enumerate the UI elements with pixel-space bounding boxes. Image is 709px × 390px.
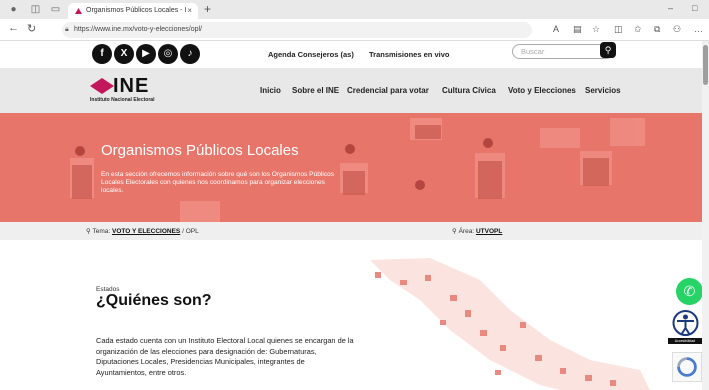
main-content: Estados ¿Quiénes son? Cada estado cuenta… [0,240,702,390]
instagram-icon[interactable]: ◎ [158,44,178,64]
nav-item-servicios[interactable]: Servicios [585,86,621,95]
split-screen-icon[interactable]: ◫ [614,24,623,35]
nav-item-sobre-el-ine[interactable]: Sobre el INE [292,86,339,95]
whatsapp-icon[interactable]: ✆ [676,278,703,305]
ine-logo-text[interactable]: INE [113,76,149,96]
nav-item-credencial[interactable]: Credencial para votar [347,86,429,95]
ine-favicon-icon [75,8,82,14]
accessibility-label: Accesibilidad [668,338,702,344]
tiktok-icon[interactable]: ♪ [180,44,200,64]
new-tab-button[interactable]: + [204,2,211,16]
scrollbar-thumb[interactable] [703,45,708,85]
facebook-icon[interactable]: f [92,44,112,64]
x-twitter-icon[interactable]: X [114,44,134,64]
transmisiones-link[interactable]: Transmisiones en vivo [369,50,449,59]
address-bar[interactable]: 🔒︎ https://www.ine.mx/voto-y-elecciones/… [62,22,532,38]
section-heading: ¿Quiénes son? [96,292,212,309]
recaptcha-icon[interactable] [672,352,702,382]
tema-link[interactable]: VOTO Y ELECCIONES [112,228,180,235]
area-label: Área: [458,228,475,235]
area-link[interactable]: UTVOPL [476,228,502,235]
area-breadcrumb: ⚲ Área: UTVOPL [452,227,502,235]
close-tab-icon[interactable]: × [187,3,192,19]
ine-logo-subtitle: Instituto Nacional Electoral [90,97,155,103]
area-pin-icon: ⚲ [452,228,457,235]
hero-description: En esta sección ofrecemos información so… [101,171,335,194]
tema-rest: / OPL [182,228,199,235]
nav-item-inicio[interactable]: Inicio [260,86,281,95]
search-icon[interactable]: ⚲ [600,42,616,58]
browser-tab-strip: ● ◫ ▭ Organismos Públicos Locales - I × … [0,0,709,19]
lock-icon: 🔒︎ [65,26,69,33]
read-aloud-icon[interactable]: A [553,24,559,34]
favorites-icon[interactable]: ✩ [634,24,642,35]
search-input[interactable]: Buscar [512,44,614,59]
tema-breadcrumb: ⚲ Tema: VOTO Y ELECCIONES / OPL [86,227,199,235]
tab-actions-icon[interactable]: ▭ [50,4,61,15]
hero-banner: Organismos Públicos Locales En esta secc… [0,113,702,222]
extensions-icon[interactable]: ⚇ [673,24,681,35]
browser-tab[interactable]: Organismos Públicos Locales - I × [68,3,198,19]
page-title: Organismos Públicos Locales [101,142,299,159]
nav-item-voto-elecciones[interactable]: Voto y Elecciones [508,86,576,95]
nav-item-cultura-civica[interactable]: Cultura Cívica [442,86,496,95]
browser-toolbar: ← ↻ 🔒︎ https://www.ine.mx/voto-y-eleccio… [0,19,709,41]
hero-illustration [70,118,645,222]
reader-view-icon[interactable]: ▤ [573,24,582,35]
agenda-consejeros-link[interactable]: Agenda Consejeros (as) [268,50,354,59]
workspaces-icon[interactable]: ◫ [30,4,41,15]
maximize-button[interactable]: □ [692,3,697,13]
youtube-icon[interactable]: ▶ [136,44,156,64]
tema-pin-icon: ⚲ [86,228,91,235]
main-navigation: INE Instituto Nacional Electoral Inicio … [0,68,702,113]
address-bar-url: https://www.ine.mx/voto-y-elecciones/opl… [74,26,202,33]
more-menu-icon[interactable]: … [694,24,703,34]
mexico-map-illustration [370,258,650,390]
favorite-star-icon[interactable]: ☆ [592,24,600,35]
page-scrollbar[interactable] [702,41,709,390]
back-icon[interactable]: ← [8,22,19,34]
ine-logo-mark-icon[interactable] [90,78,114,94]
minimize-button[interactable]: – [668,3,673,13]
refresh-icon[interactable]: ↻ [27,22,36,35]
profile-icon[interactable]: ● [8,4,19,15]
site-topbar: f X ▶ ◎ ♪ Agenda Consejeros (as) Transmi… [0,41,702,68]
tema-label: Tema: [92,228,111,235]
collections-icon[interactable]: ⧉ [654,24,660,35]
topic-meta-bar: ⚲ Tema: VOTO Y ELECCIONES / OPL ⚲ Área: … [0,222,702,240]
browser-tab-title: Organismos Públicos Locales - I [86,7,187,14]
section-paragraph: Cada estado cuenta con un Instituto Elec… [96,336,354,377]
